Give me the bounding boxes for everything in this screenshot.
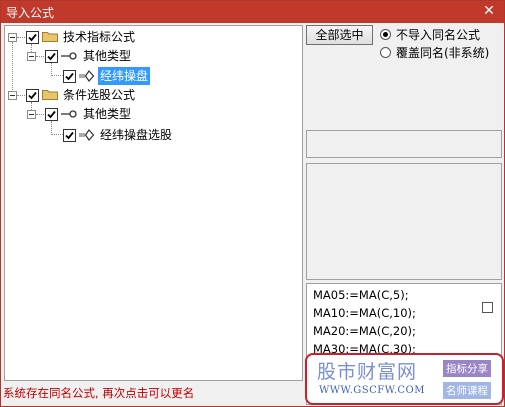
- title-bar: 导入公式 ✕: [1, 1, 504, 23]
- collapse-toggle[interactable]: [27, 110, 36, 119]
- description-box: [306, 163, 502, 280]
- watermark-title: 股市财富网: [317, 361, 418, 383]
- formula-icon: [79, 129, 95, 141]
- folder-icon: [42, 90, 58, 100]
- checkbox-other-types[interactable]: [45, 50, 58, 63]
- formula-tree[interactable]: 技术指标公式 其他类型 经纬操盘 条件选股公式 其他类型 经纬操盘选股: [4, 25, 303, 381]
- tree-connector: [51, 75, 63, 76]
- checkbox-jingwei-caopan-xuangu[interactable]: [63, 129, 76, 142]
- tree-node-label: 经纬操盘选股: [100, 128, 173, 142]
- radio-no-import[interactable]: [380, 29, 391, 40]
- key-icon: [61, 52, 77, 60]
- collapse-toggle[interactable]: [8, 91, 17, 100]
- tree-node-label-selected: 经纬操盘: [98, 67, 151, 85]
- formula-icon: [79, 70, 95, 82]
- checkbox-jingwei-caopan[interactable]: [63, 70, 76, 83]
- tree-connector: [51, 134, 63, 135]
- watermark-logo: 股市财富网 WWW.GSCFW.COM 指标分享 名师课程: [305, 353, 504, 405]
- preview-checkbox[interactable]: [482, 302, 493, 313]
- tree-connector: [51, 121, 52, 135]
- window-title: 导入公式: [6, 6, 55, 20]
- code-line: MA10:=MA(C,10);: [313, 306, 416, 320]
- tree-node-label: 技术指标公式: [63, 30, 136, 44]
- info-box: [306, 130, 502, 158]
- tree-node-screening-formulas[interactable]: 条件选股公式: [7, 86, 207, 104]
- code-line: MA05:=MA(C,5);: [313, 288, 409, 302]
- checkbox-technical-formulas[interactable]: [26, 31, 39, 44]
- collapse-toggle[interactable]: [27, 52, 36, 61]
- watermark-tag-share: 指标分享: [443, 360, 491, 377]
- collapse-toggle[interactable]: [8, 33, 17, 42]
- tree-node-jingwei-caopan-xuangu[interactable]: 经纬操盘选股: [63, 126, 223, 144]
- radio-overwrite[interactable]: [380, 47, 391, 58]
- tree-node-label: 条件选股公式: [63, 88, 136, 102]
- checkbox-other-types-2[interactable]: [45, 108, 58, 121]
- tree-node-label: 其他类型: [83, 49, 132, 63]
- watermark-tag-course: 名师课程: [443, 382, 491, 399]
- import-formula-dialog: 导入公式 ✕ 技术指标公式 其他类型 经纬操盘 条件选股公式 其他类型 经纬操盘…: [0, 0, 505, 407]
- folder-icon: [42, 32, 58, 42]
- code-line: MA20:=MA(C,20);: [313, 324, 416, 338]
- close-icon[interactable]: ✕: [480, 2, 498, 20]
- tree-node-technical-formulas[interactable]: 技术指标公式: [7, 28, 207, 46]
- tree-node-label: 其他类型: [83, 107, 132, 121]
- status-message: 系统存在同名公式, 再次点击可以更名: [3, 386, 195, 400]
- radio-no-import-label[interactable]: 不导入同名公式: [396, 26, 480, 43]
- checkbox-screening-formulas[interactable]: [26, 89, 39, 102]
- watermark-url: WWW.GSCFW.COM: [319, 385, 425, 396]
- radio-overwrite-label[interactable]: 覆盖同名(非系统): [396, 44, 489, 61]
- select-all-button[interactable]: 全部选中: [306, 25, 373, 45]
- key-icon: [61, 110, 77, 118]
- tree-node-other-types[interactable]: 其他类型: [26, 47, 206, 65]
- tree-node-jingwei-caopan[interactable]: 经纬操盘: [63, 67, 203, 85]
- tree-node-other-types-2[interactable]: 其他类型: [26, 105, 206, 123]
